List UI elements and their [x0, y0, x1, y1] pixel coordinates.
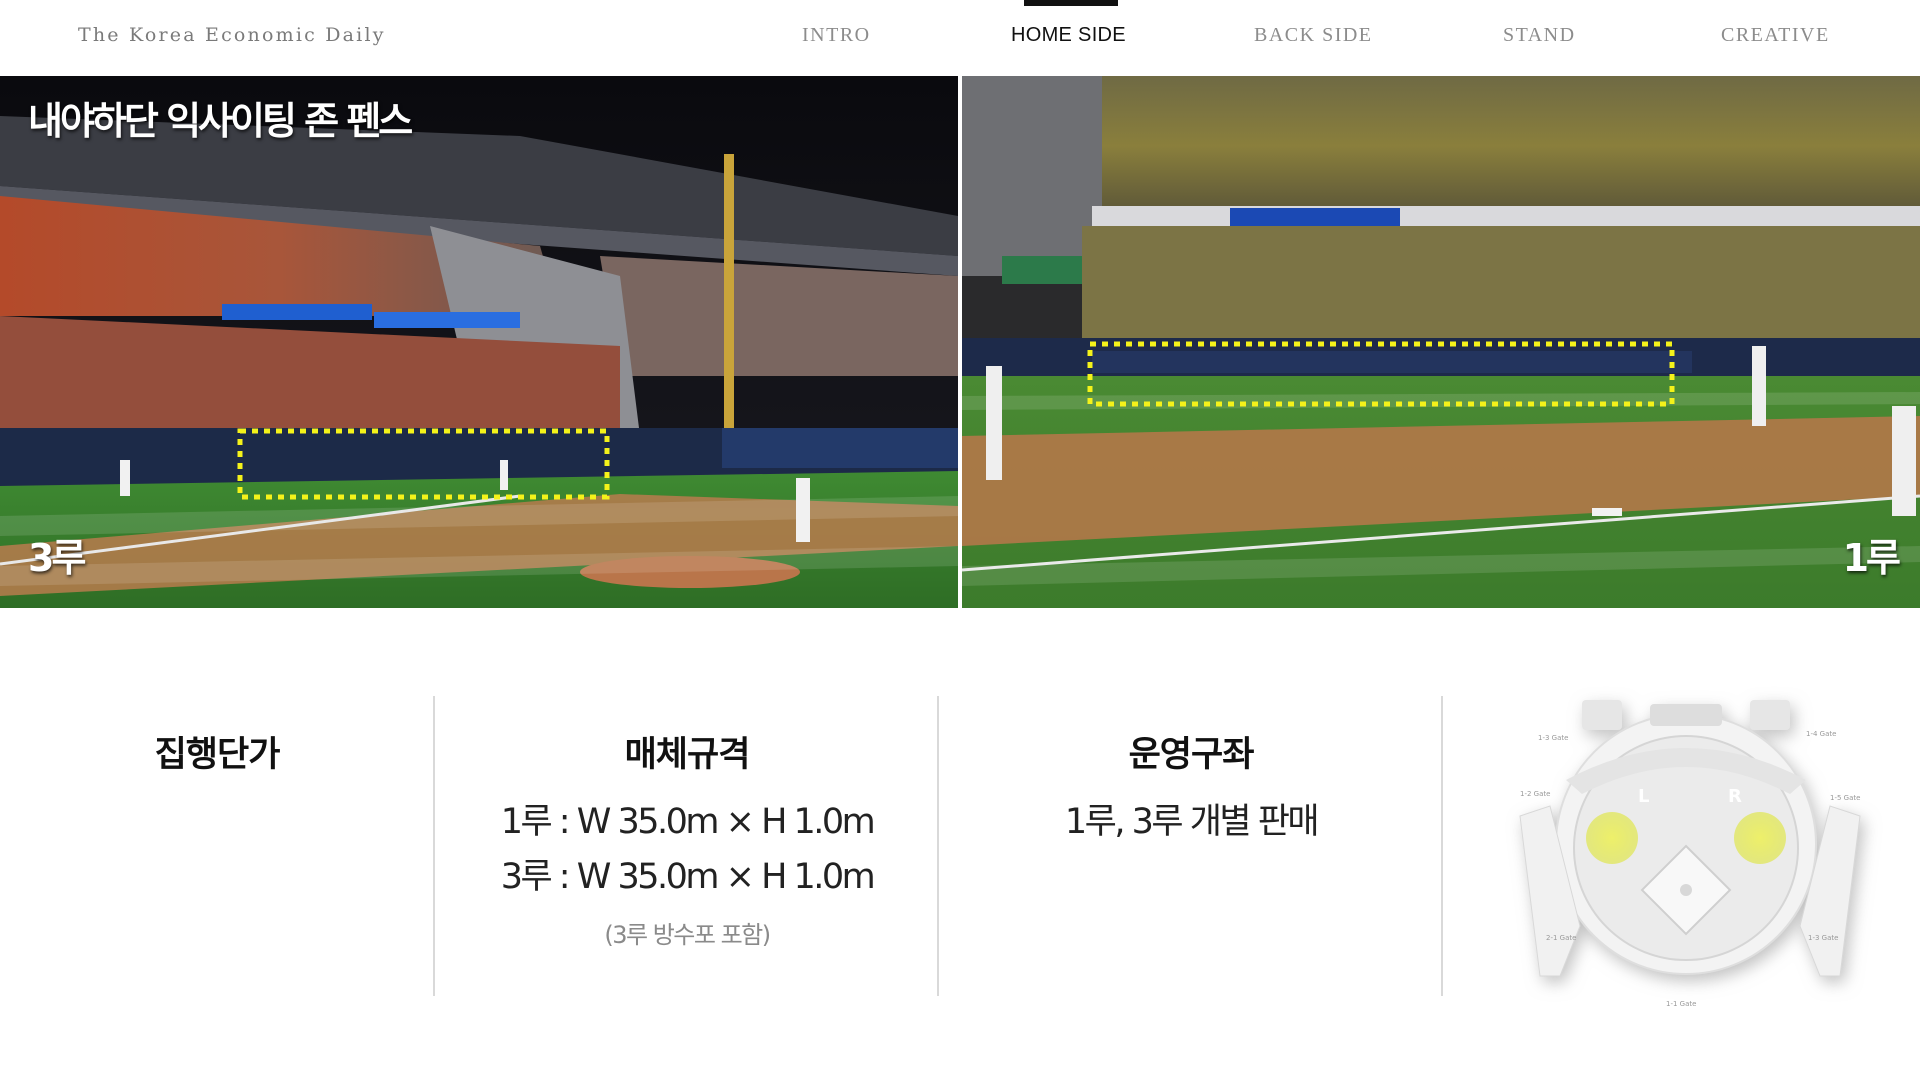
spec-column: 매체규격 1루 : W 35.0m × H 1.0m 3루 : W 35.0m …: [436, 696, 938, 996]
stadium-photo-right: [962, 76, 1920, 608]
column-divider: [433, 696, 435, 996]
nav-home-side[interactable]: HOME SIDE: [1011, 24, 1126, 47]
nav-stand[interactable]: STAND: [1503, 24, 1576, 47]
gate-label: 1-4 Gate: [1806, 730, 1836, 738]
left-zone-label: L: [1638, 786, 1649, 807]
stadium-map-graphic: L R 1-3 Gate 1-4 Gate 1-2 Gate 1-5 Gate …: [1519, 700, 1861, 1008]
photo-title: 내야하단 익사이팅 존 펜스: [28, 99, 413, 143]
column-divider: [1441, 696, 1443, 996]
operation-column: 운영구좌 1루, 3루 개별 판매: [940, 696, 1442, 996]
operation-heading: 운영구좌: [1128, 735, 1255, 775]
stadium-photo-left: [0, 76, 958, 608]
nav-active-indicator: [1024, 0, 1118, 6]
third-base-zone: [1586, 812, 1638, 864]
first-base-label: 1루: [1842, 536, 1901, 580]
column-divider: [937, 696, 939, 996]
nav-back-side[interactable]: BACK SIDE: [1254, 24, 1373, 47]
top-header: The Korea Economic Daily INTRO HOME SIDE…: [0, 0, 1920, 76]
photo-third-base: 내야하단 익사이팅 존 펜스 3루: [0, 76, 958, 608]
first-base-zone: [1734, 812, 1786, 864]
gate-label: 1-3 Gate: [1538, 734, 1568, 742]
gate-label: 1-3 Gate: [1808, 934, 1838, 942]
gate-label: 1-1 Gate: [1666, 1000, 1696, 1008]
spec-first-base: 1루 : W 35.0m × H 1.0m: [500, 802, 876, 842]
spec-third-base: 3루 : W 35.0m × H 1.0m: [500, 857, 876, 897]
gate-label: 2-1 Gate: [1546, 934, 1576, 942]
right-zone-label: R: [1728, 786, 1742, 807]
nav-intro[interactable]: INTRO: [802, 24, 871, 47]
main-nav: INTRO HOME SIDE BACK SIDE STAND CREATIVE: [0, 0, 1920, 76]
price-column: 집행단가: [0, 696, 434, 996]
third-base-label: 3루: [28, 536, 86, 580]
price-heading: 집행단가: [154, 735, 281, 775]
photo-first-base: 1루: [962, 76, 1920, 608]
stadium-seat-map: L R 1-3 Gate 1-4 Gate 1-2 Gate 1-5 Gate …: [1490, 676, 1890, 1020]
nav-creative[interactable]: CREATIVE: [1721, 24, 1830, 47]
operation-detail: 1루, 3루 개별 판매: [1064, 802, 1320, 842]
spec-note: (3루 방수포 포함): [604, 921, 771, 949]
gate-label: 1-2 Gate: [1520, 790, 1550, 798]
gate-label: 1-5 Gate: [1830, 794, 1860, 802]
spec-heading: 매체규격: [624, 735, 751, 775]
